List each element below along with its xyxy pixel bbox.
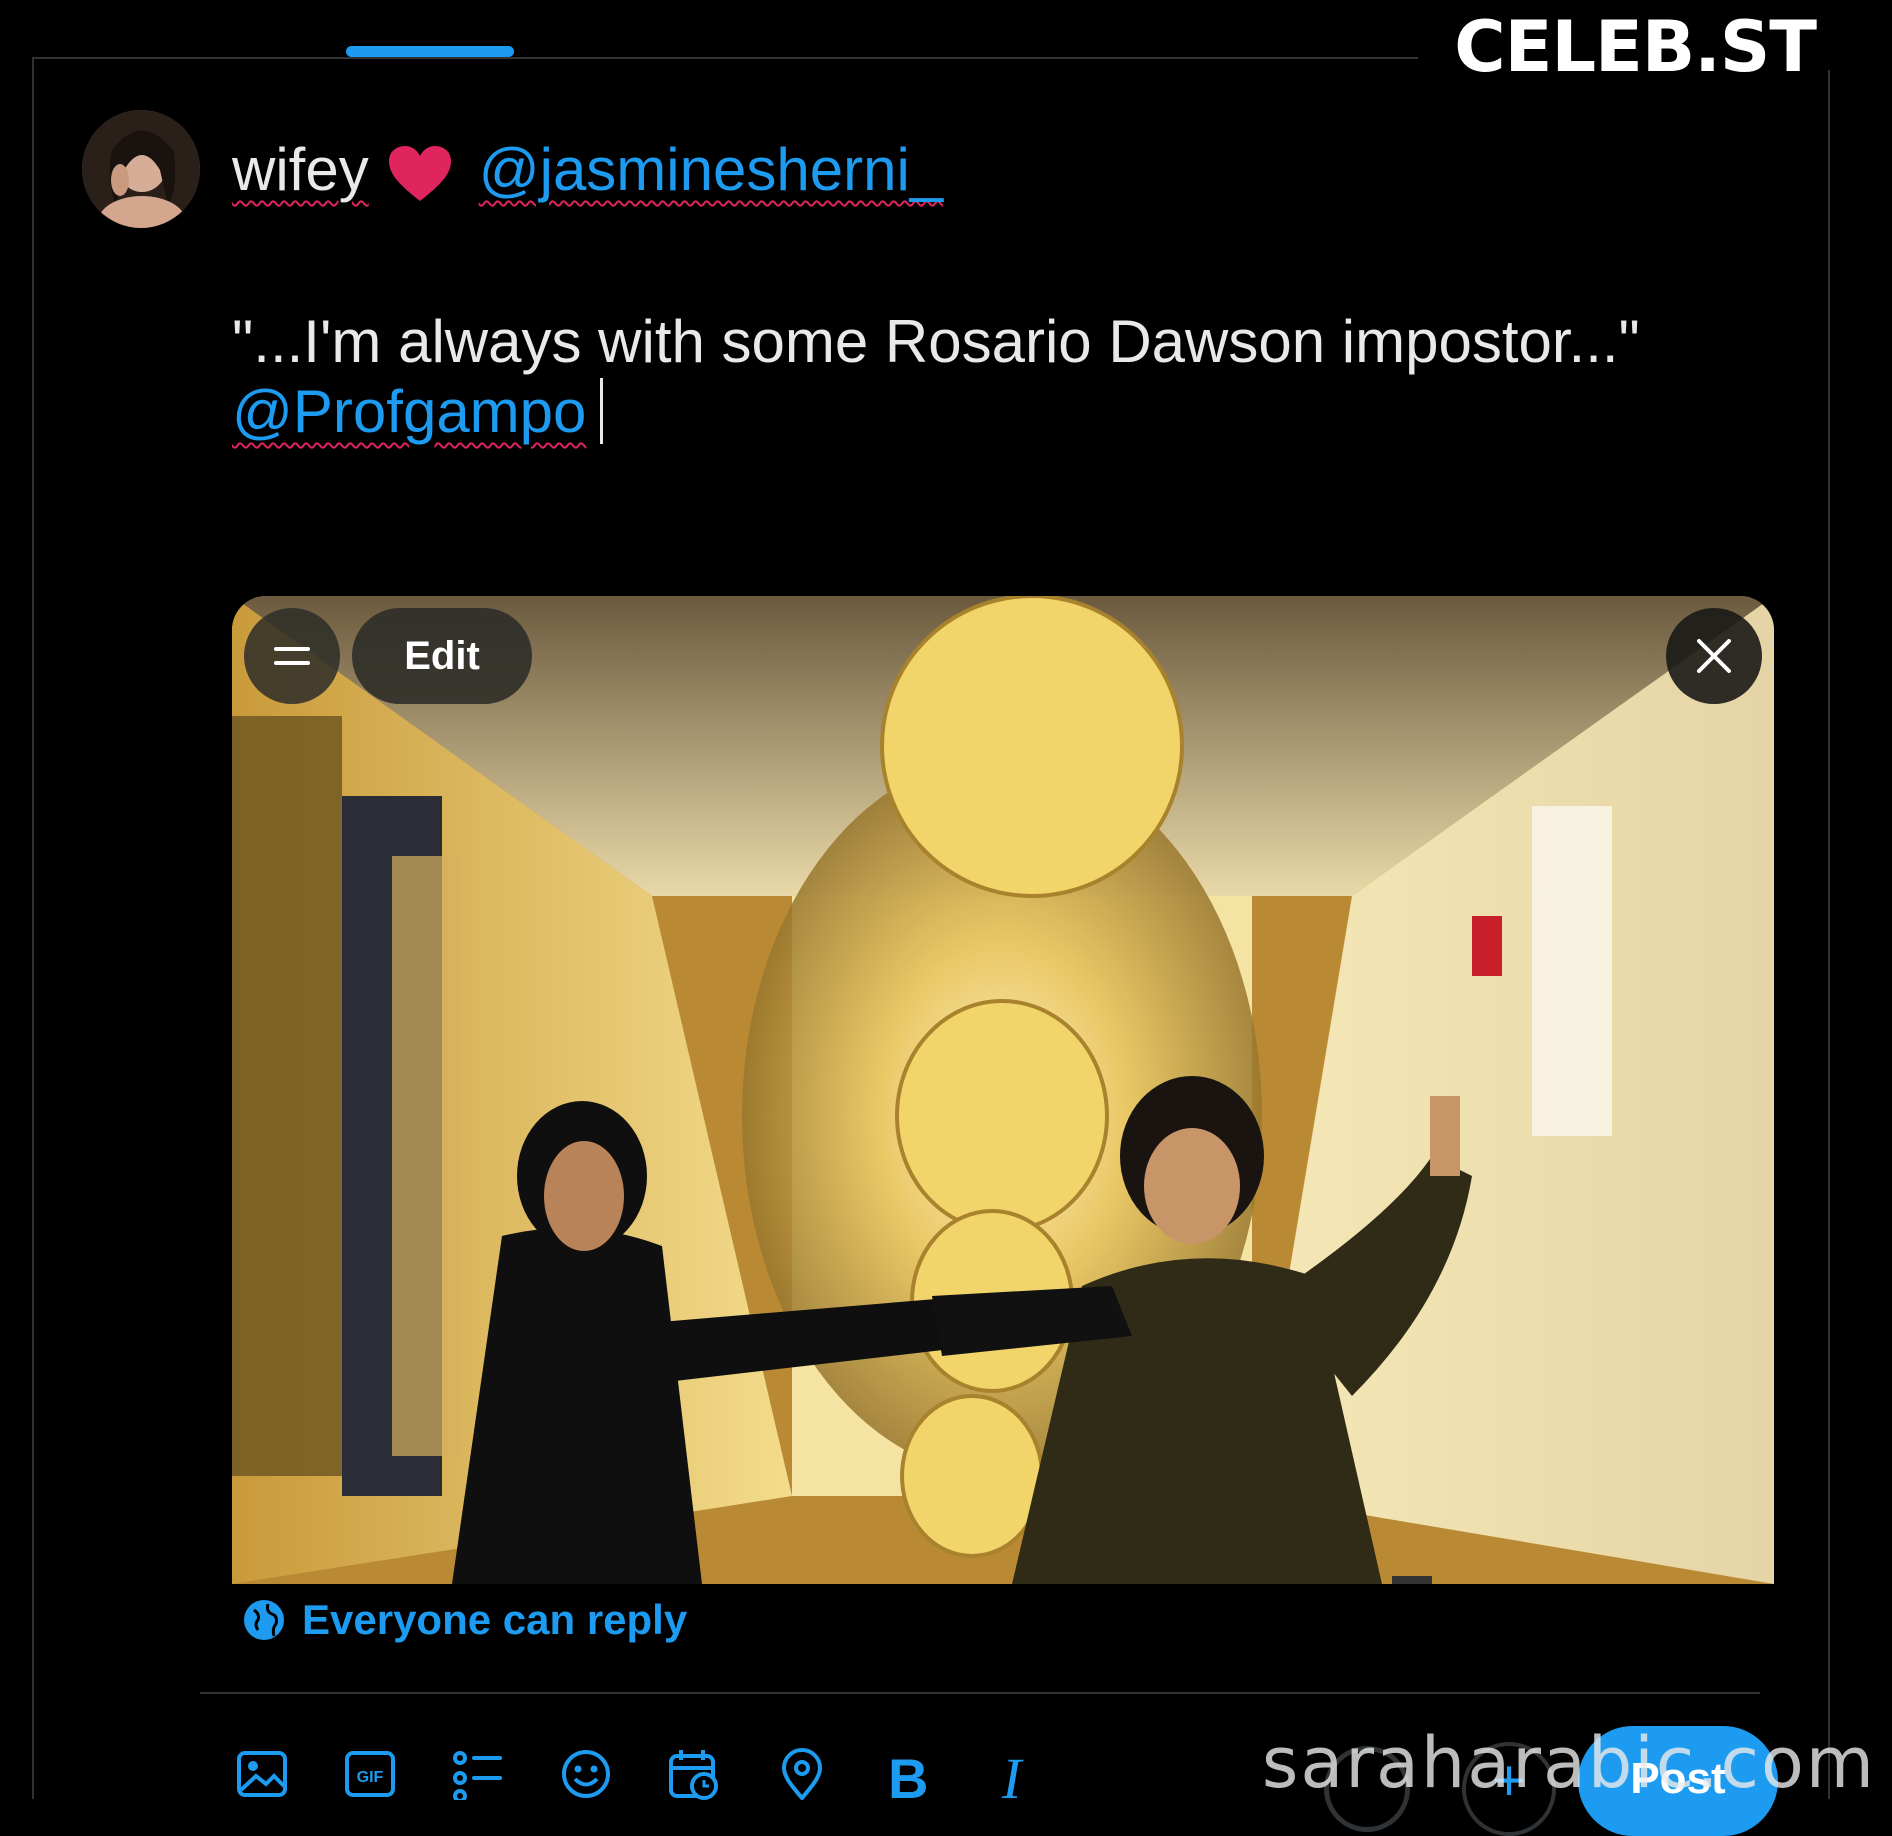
remove-media-button[interactable] xyxy=(1666,608,1762,704)
add-media-button[interactable] xyxy=(236,1748,344,1808)
attached-photo[interactable] xyxy=(232,596,1774,1584)
heart-icon xyxy=(388,146,451,202)
mention-profgampo[interactable]: @Profgampo xyxy=(232,378,586,445)
bold-icon: B xyxy=(888,1748,928,1800)
watermark-top: CELEB.ST xyxy=(1454,6,1817,88)
watermark-bottom: saraharabic.com xyxy=(1261,1722,1876,1804)
composer-header-line[interactable]: wifey @jasminesherni_ xyxy=(232,134,943,206)
photo-hallway-chandelier xyxy=(232,596,1774,1584)
avatar-photo xyxy=(82,110,200,228)
schedule-post-button[interactable] xyxy=(668,1748,776,1808)
add-emoji-button[interactable] xyxy=(560,1748,668,1808)
column-border-left xyxy=(32,57,34,1799)
tag-location-button[interactable] xyxy=(776,1748,884,1808)
tweet-text-mention-line[interactable]: @Profgampo xyxy=(232,376,604,448)
bold-button[interactable]: B xyxy=(884,1748,992,1808)
italic-button[interactable]: I xyxy=(992,1748,1100,1808)
add-poll-button[interactable] xyxy=(452,1748,560,1808)
edit-media-button[interactable]: Edit xyxy=(352,608,532,704)
add-gif-button[interactable]: GIF xyxy=(344,1748,452,1808)
gif-text: GIF xyxy=(357,1769,384,1786)
tweet-text-quote[interactable]: "...I'm always with some Rosario Dawson … xyxy=(232,306,1640,378)
poll-icon xyxy=(453,1751,502,1800)
avatar[interactable] xyxy=(82,110,200,228)
mention-1-text: @jasminesherni_ xyxy=(478,136,944,203)
italic-text: I xyxy=(1001,1748,1024,1800)
media-menu-button[interactable] xyxy=(244,608,340,704)
close-icon xyxy=(1697,639,1731,673)
active-tab-indicator xyxy=(346,46,514,57)
emoji-icon xyxy=(562,1750,610,1798)
globe-icon xyxy=(244,1600,284,1640)
mention-jasminesherni[interactable]: @jasminesherni_ xyxy=(479,136,943,203)
toolbar-divider xyxy=(200,1692,1760,1694)
location-icon xyxy=(781,1748,823,1800)
gif-icon: GIF xyxy=(345,1751,395,1797)
reply-setting[interactable]: Everyone can reply xyxy=(242,1596,687,1644)
display-name-text: wifey xyxy=(232,136,369,203)
tabs-divider xyxy=(32,57,1418,59)
text-cursor xyxy=(600,378,604,444)
menu-icon xyxy=(274,647,310,665)
bold-text: B xyxy=(888,1748,928,1800)
image-icon xyxy=(237,1751,287,1797)
column-border-right xyxy=(1828,70,1830,1799)
composer-toolbar: GIF B I xyxy=(236,1748,1100,1808)
schedule-icon xyxy=(669,1750,718,1800)
italic-icon: I xyxy=(1001,1748,1024,1800)
reply-setting-label: Everyone can reply xyxy=(302,1596,688,1643)
